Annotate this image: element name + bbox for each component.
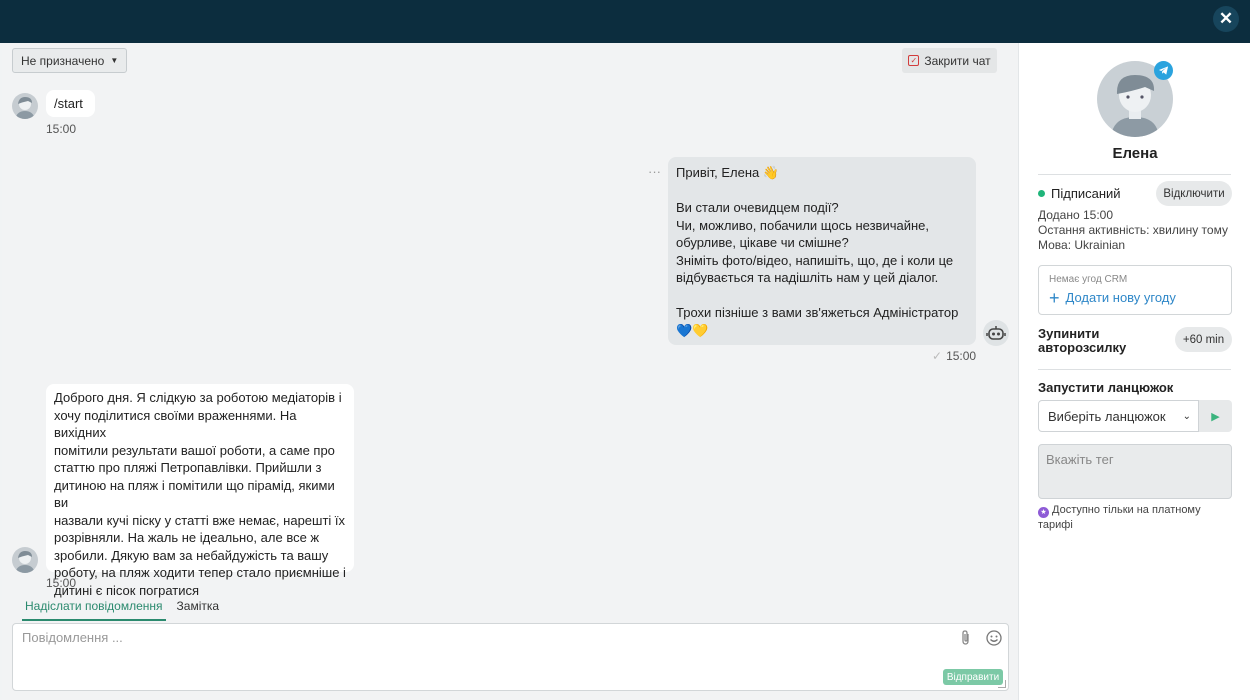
divider — [1038, 174, 1231, 175]
close-icon[interactable]: ✕ — [1213, 6, 1239, 32]
smile-icon[interactable] — [985, 629, 1003, 647]
message-composer: Відправити — [12, 623, 1009, 691]
message-time: 15:00 — [46, 576, 77, 590]
last-activity: Остання активність: хвилину тому — [1038, 223, 1228, 237]
tab-note[interactable]: Замітка — [174, 596, 223, 621]
message-bubble: /start — [46, 90, 95, 117]
message-bubble: Доброго дня. Я слідкую за роботою медіат… — [46, 384, 354, 598]
language: Мова: Ukrainian — [1038, 238, 1126, 252]
message-line: відбувається та надішліть нам у цей діал… — [676, 270, 939, 285]
message-line: помітили результати вашої роботи, а саме… — [54, 442, 335, 458]
contact-sidebar: Елена Підписаний Відключити Додано 15:00… — [1018, 43, 1250, 700]
stop-autosend-label: Зупинити авторозсилку — [1038, 326, 1127, 355]
message-line: Доброго дня. Я слідкую за роботою медіат… — [54, 390, 342, 405]
tag-field[interactable] — [1038, 444, 1232, 499]
message-input[interactable] — [22, 630, 922, 645]
message-line: 💙💛 — [676, 322, 709, 338]
message-time: 15:00 — [46, 122, 77, 136]
subscription-status: Підписаний — [1038, 186, 1121, 201]
chain-label: Запустити ланцюжок — [1038, 380, 1174, 395]
close-chat-label: Закрити чат — [924, 53, 991, 68]
tag-input[interactable] — [1046, 452, 1226, 467]
crm-box: Немає угод CRM + Додати нову угоду — [1038, 265, 1232, 315]
message-line: Зніміть фото/відео, напишіть, що, де і к… — [676, 252, 954, 268]
assign-label: Не призначено — [21, 53, 105, 68]
top-bar: ✕ — [0, 0, 1250, 43]
contact-name: Елена — [1112, 145, 1158, 162]
close-chat-button[interactable]: ✓ Закрити чат — [902, 48, 997, 73]
bot-icon — [983, 320, 1009, 346]
checkbox-icon: ✓ — [908, 55, 920, 66]
unsubscribe-button[interactable]: Відключити — [1156, 181, 1232, 206]
added-time: Додано 15:00 — [1038, 208, 1114, 222]
message-menu-icon[interactable]: ··· — [648, 164, 661, 179]
crm-empty-label: Немає угод CRM — [1049, 274, 1128, 285]
user-avatar-icon — [15, 97, 35, 119]
message-line: зробили. Дякую вам за небайдужість та ва… — [54, 547, 329, 563]
paid-note-text: Доступно тільки на платному тарифі — [1038, 504, 1201, 531]
assign-dropdown[interactable]: Не призначено ▼ — [12, 48, 128, 73]
message-line: Трохи пізніше з вами зв'яжеться Адмініст… — [676, 305, 959, 320]
tab-send-message[interactable]: Надіслати повідомлення — [22, 596, 166, 621]
paperclip-icon[interactable] — [957, 629, 975, 647]
add-deal-label: Додати нову угоду — [1065, 290, 1176, 305]
paid-plan-note: ★ Доступно тільки на платному тарифі — [1038, 503, 1228, 533]
read-check-icon: ✓ — [932, 349, 943, 363]
status-label: Підписаний — [1051, 186, 1121, 201]
message-line: Чи, можливо, побачили щось незвичайне, — [676, 217, 929, 233]
message-line: Привіт, Елена 👋 — [676, 165, 780, 180]
avatar — [12, 93, 38, 119]
message-line — [676, 287, 968, 305]
chevron-down-icon: ⌄ — [1182, 410, 1191, 422]
chat-panel: Не призначено ▼ ✓ Закрити чат /start 15:… — [2, 43, 1018, 700]
message-line: роботу, на пляж ходити тепер стало приєм… — [54, 565, 346, 580]
chain-select[interactable]: Виберіть ланцюжок ⌄ — [1038, 400, 1199, 432]
resize-handle-icon[interactable] — [998, 680, 1006, 688]
avatar — [12, 547, 38, 573]
message-line — [676, 182, 968, 200]
message-text: /start — [54, 96, 83, 111]
plus-icon: + — [1049, 287, 1060, 308]
delay-button[interactable]: +60 min — [1175, 327, 1232, 352]
add-deal-button[interactable]: + Додати нову угоду — [1049, 287, 1176, 308]
play-icon[interactable]: ▶ — [1199, 400, 1232, 432]
message-line: хочу поділитися своїми враженнями. На ви… — [54, 407, 297, 441]
message-bubble: Привіт, Елена 👋 Ви стали очевидцем події?… — [668, 157, 976, 345]
message-line: дитиною на пляж і помітили що пірамід, я… — [54, 477, 335, 511]
divider — [1038, 369, 1231, 370]
composer-tabs: Надіслати повідомлення Замітка — [22, 596, 222, 621]
message-line: обурливе, цікаве чи смішне? — [676, 235, 849, 250]
send-button[interactable]: Відправити — [943, 669, 1003, 685]
chevron-down-icon: ▼ — [110, 56, 119, 65]
message-time-value: 15:00 — [946, 349, 977, 363]
status-dot-icon — [1038, 190, 1045, 197]
message-line: розрівняли. На жаль не ідеально, але все… — [54, 530, 320, 545]
message-line: статтю про пляжі Петропавлівки. Прийшли … — [54, 460, 322, 475]
chain-select-value: Виберіть ланцюжок — [1048, 408, 1166, 424]
message-line: назвали кучі піску у статті вже немає, н… — [54, 512, 346, 528]
user-avatar-icon — [15, 551, 35, 573]
message-time: ✓ 15:00 — [932, 349, 976, 363]
telegram-icon — [1154, 61, 1173, 80]
message-line: Ви стали очевидцем події? — [676, 200, 839, 215]
premium-icon: ★ — [1038, 507, 1049, 518]
